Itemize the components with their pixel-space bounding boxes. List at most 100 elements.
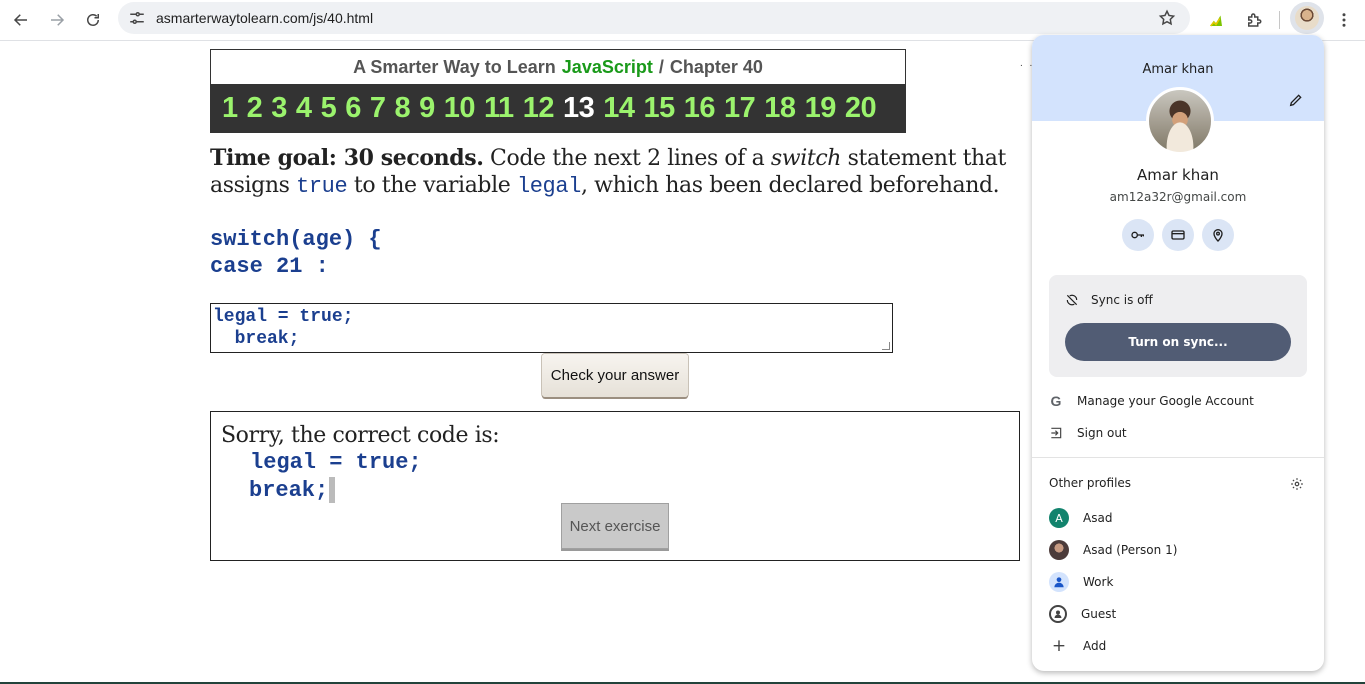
correct-code-line: legal = true; [250, 450, 422, 475]
banner-highlight: JavaScript [561, 56, 653, 77]
chapter-link-6[interactable]: 6 [345, 92, 361, 125]
next-exercise-button[interactable]: Next exercise [561, 503, 669, 549]
site-info-icon[interactable] [128, 9, 146, 27]
sync-status-text: Sync is off [1091, 293, 1153, 307]
answer-line: break; [213, 329, 300, 349]
person-icon [1049, 572, 1069, 592]
check-answer-button[interactable]: Check your answer [542, 354, 688, 397]
chapter-link-3[interactable]: 3 [271, 92, 287, 125]
profile-photo [1146, 87, 1214, 155]
sign-out-icon [1049, 426, 1063, 440]
plus-icon: + [1051, 636, 1067, 656]
sync-card: Sync is off Turn on sync... [1049, 275, 1307, 377]
turn-on-sync-button[interactable]: Turn on sync... [1065, 323, 1291, 361]
profile-popup: Amar khan Amar khan am12a32r@gmail.com S… [1032, 35, 1324, 671]
time-goal: Time goal: 30 seconds. [210, 145, 484, 171]
chapter-link-2[interactable]: 2 [247, 92, 263, 125]
back-icon[interactable] [7, 6, 35, 34]
chapter-link-16[interactable]: 16 [684, 92, 716, 125]
address-pin-icon[interactable] [1202, 219, 1234, 251]
profile-item-asad[interactable]: A Asad [1049, 507, 1112, 529]
instruction-italic: switch [770, 146, 842, 171]
code-prompt: switch(age) {case 21 : [210, 226, 382, 280]
sign-out-item[interactable]: Sign out [1049, 421, 1127, 445]
chapter-link-19[interactable]: 19 [805, 92, 837, 125]
instruction-text-1: Code the next 2 lines of a [483, 146, 771, 171]
google-g-icon: G [1050, 393, 1062, 409]
payment-card-icon[interactable] [1162, 219, 1194, 251]
reload-icon[interactable] [79, 6, 107, 34]
chapter-link-12[interactable]: 12 [523, 92, 555, 125]
chapter-link-11[interactable]: 11 [484, 92, 514, 125]
profile-item-guest[interactable]: Guest [1049, 603, 1116, 625]
profile-initial-avatar: A [1049, 508, 1069, 528]
toolbar-separator [1279, 11, 1280, 29]
chapter-link-17[interactable]: 17 [724, 92, 756, 125]
chapter-link-9[interactable]: 9 [419, 92, 435, 125]
correct-code-line-2: break; [249, 477, 336, 503]
sign-out-label: Sign out [1077, 426, 1127, 440]
profile-name: Amar khan [1137, 166, 1219, 184]
code-line: switch(age) { [210, 227, 382, 252]
extension-icon[interactable] [1202, 6, 1230, 34]
kebab-menu-icon[interactable] [1330, 6, 1358, 34]
banner-prefix: A Smarter Way to Learn [353, 56, 556, 77]
header-profile-name: Amar khan [1142, 62, 1214, 77]
address-bar[interactable]: asmarterwaytolearn.com/js/40.html [118, 2, 1190, 34]
chapter-link-1[interactable]: 1 [222, 92, 238, 125]
chapter-link-15[interactable]: 15 [644, 92, 676, 125]
bookmark-star-icon[interactable] [1158, 9, 1176, 27]
instruction-text-4: , which has been declared beforehand. [580, 173, 1000, 198]
profile-label: Work [1083, 575, 1114, 589]
guest-icon [1049, 605, 1067, 623]
chapter-link-14[interactable]: 14 [603, 92, 635, 125]
banner-separator: / [658, 56, 664, 77]
add-profile-item[interactable]: + Add [1049, 635, 1106, 657]
profile-item-work[interactable]: Work [1049, 571, 1113, 593]
profile-item-asad-person-1[interactable]: Asad (Person 1) [1049, 539, 1177, 561]
url-text[interactable]: asmarterwaytolearn.com/js/40.html [156, 10, 373, 26]
manage-account-item[interactable]: G Manage your Google Account [1049, 389, 1254, 413]
resize-grip-icon[interactable] [882, 342, 890, 350]
other-profiles-title: Other profiles [1049, 476, 1132, 490]
profile-label: Asad [1083, 511, 1113, 525]
chapter-link-5[interactable]: 5 [321, 92, 337, 125]
edit-pencil-icon[interactable] [1288, 92, 1304, 108]
chapter-link-20[interactable]: 20 [845, 92, 877, 125]
chapter-nav: 1 2 3 4 5 6 7 8 9 10 11 12 13 14 15 16 17 18 19 20 [210, 84, 906, 133]
puzzle-icon[interactable] [1240, 6, 1268, 34]
instruction-text-3: to the variable [347, 173, 517, 198]
code-line: case 21 : [210, 254, 329, 279]
answer-textarea[interactable]: legal = true; break; [210, 303, 893, 353]
instruction-code-true: true [296, 174, 348, 199]
answer-line: legal = true; [213, 307, 354, 327]
chapter-banner: A Smarter Way to Learn JavaScript / Chap… [210, 49, 906, 133]
sync-off-icon [1066, 294, 1078, 306]
feedback-message: Sorry, the correct code is: [221, 423, 500, 448]
profile-label: Guest [1081, 607, 1117, 621]
menu-divider [1032, 457, 1324, 458]
profile-avatar-button[interactable] [1290, 2, 1324, 34]
profile-label: Asad (Person 1) [1083, 543, 1178, 557]
gear-icon[interactable] [1290, 476, 1304, 490]
manage-account-label: Manage your Google Account [1077, 394, 1254, 408]
chapter-link-4[interactable]: 4 [296, 92, 312, 125]
profile-label: Add [1083, 639, 1107, 653]
profile-email: am12a32r@gmail.com [1109, 190, 1247, 204]
chapter-link-7[interactable]: 7 [370, 92, 386, 125]
text-cursor [329, 477, 336, 503]
chapter-link-13[interactable]: 13 [563, 92, 595, 125]
chapter-link-8[interactable]: 8 [394, 92, 410, 125]
password-key-icon[interactable] [1122, 219, 1154, 251]
exercise-instructions: Time goal: 30 seconds. Code the next 2 l… [210, 145, 1010, 200]
banner-title: A Smarter Way to Learn JavaScript / Chap… [211, 50, 905, 84]
chapter-link-18[interactable]: 18 [764, 92, 796, 125]
feedback-box: Sorry, the correct code is: legal = true… [210, 411, 1020, 561]
profile-photo-avatar [1049, 540, 1069, 560]
sync-status: Sync is off [1065, 293, 1153, 307]
forward-icon[interactable] [43, 6, 71, 34]
correct-code-text: break; [249, 477, 329, 503]
profile-avatar [1295, 6, 1319, 30]
chapter-link-10[interactable]: 10 [444, 92, 476, 125]
banner-chapter: Chapter 40 [669, 56, 763, 77]
